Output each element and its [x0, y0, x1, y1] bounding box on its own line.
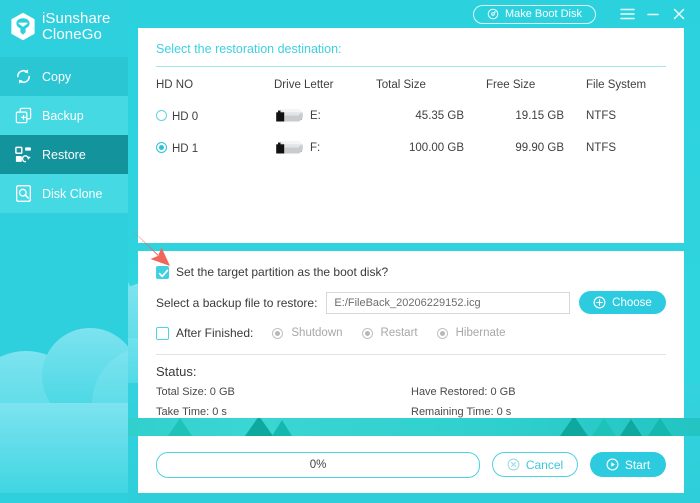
boot-disk-checkbox[interactable] [156, 265, 169, 279]
status-grid: Total Size: 0 GB Take Time: 0 s Have Res… [156, 379, 666, 426]
sidebar-cloud-decoration [0, 283, 128, 503]
shutdown-radio[interactable] [272, 327, 284, 339]
drive-letter-label: F: [310, 142, 321, 154]
progress-bar: 0% [156, 451, 480, 478]
menu-button[interactable] [614, 1, 640, 27]
status-remaining-time: Remaining Time: 0 s [411, 406, 512, 418]
drive-radio-hd1[interactable] [156, 141, 167, 153]
choose-button[interactable]: Choose [579, 291, 666, 314]
sidebar-nav: Copy Backup Restore Disk Clone [0, 57, 128, 213]
table-row[interactable]: HD 0 E: 45.35 GB 19.15 GB NTFS [156, 100, 666, 132]
minimize-icon [647, 13, 659, 16]
status-have-restored: Have Restored: 0 GB [411, 386, 516, 398]
status-title: Status: [156, 364, 197, 379]
hard-drive-icon [276, 141, 303, 154]
total-size-cell: 45.35 GB [415, 110, 464, 122]
close-button[interactable] [666, 1, 692, 27]
hd-no-label: HD 0 [172, 110, 199, 123]
hibernate-label: Hibernate [455, 327, 506, 339]
restore-blocks-icon [15, 146, 31, 163]
restart-label: Restart [380, 327, 418, 339]
backup-file-input[interactable]: E:/FileBack_20206229152.icg [326, 291, 570, 314]
restore-options-panel: Set the target partition as the boot dis… [138, 251, 684, 418]
action-bar-panel: 0% Cancel Start [138, 436, 684, 493]
hd-no-cell[interactable]: HD 0 [156, 100, 274, 132]
minimize-button[interactable] [640, 1, 666, 27]
choose-button-label: Choose [612, 296, 652, 309]
cancel-button-label: Cancel [525, 457, 564, 472]
restart-radio[interactable] [361, 327, 373, 339]
play-circle-icon [606, 458, 619, 471]
backup-file-row: Select a backup file to restore: E:/File… [156, 279, 666, 314]
hd-no-cell[interactable]: HD 1 [156, 132, 274, 164]
make-boot-disk-label: Make Boot Disk [504, 8, 582, 20]
column-free-size: Free Size [486, 79, 536, 91]
sidebar-item-label: Disk Clone [42, 186, 103, 201]
start-button[interactable]: Start [590, 452, 666, 477]
drive-letter-label: E: [310, 110, 321, 122]
start-button-label: Start [624, 457, 651, 472]
cancel-button[interactable]: Cancel [492, 452, 578, 477]
status-take-time: Take Time: 0 s [156, 406, 227, 418]
column-total-size: Total Size [376, 79, 426, 91]
sidebar-item-label: Backup [42, 108, 84, 123]
sidebar-item-restore[interactable]: Restore [0, 135, 128, 174]
drive-radio-hd0[interactable] [156, 109, 167, 121]
sidebar-item-copy[interactable]: Copy [0, 57, 128, 96]
app-logo: iSunshare CloneGo [0, 0, 128, 44]
column-drive-letter: Drive Letter [274, 79, 334, 91]
status-total-size: Total Size: 0 GB [156, 386, 235, 398]
plus-square-stack-icon [15, 107, 32, 124]
cancel-circle-icon [507, 458, 520, 471]
boot-disk-option-row: Set the target partition as the boot dis… [156, 251, 666, 279]
hamburger-menu-icon [619, 8, 635, 20]
hibernate-radio[interactable] [436, 327, 448, 339]
table-row[interactable]: HD 1 F: 100.00 GB 99.90 GB NTFS [156, 132, 666, 164]
free-size-cell: 99.90 GB [515, 142, 564, 154]
hard-drive-icon [276, 109, 303, 122]
hd-no-label: HD 1 [172, 142, 199, 155]
close-icon [673, 8, 685, 20]
file-system-cell: NTFS [586, 142, 617, 154]
check-icon [158, 269, 169, 277]
total-size-cell: 100.00 GB [409, 142, 464, 154]
column-file-system: File System [586, 79, 647, 91]
drive-letter-cell: F: [274, 132, 376, 164]
action-bar: 0% Cancel Start [138, 436, 684, 493]
brand-line-1: iSunshare [42, 10, 111, 27]
disk-search-icon [15, 185, 32, 202]
restoration-destination-panel: Select the restoration destination: HD N… [138, 28, 684, 243]
after-finished-option-restart[interactable]: Restart [361, 327, 418, 339]
file-system-cell: NTFS [586, 110, 617, 122]
status-left-column: Total Size: 0 GB Take Time: 0 s [156, 386, 411, 426]
free-size-cell: 19.15 GB [515, 110, 564, 122]
after-finished-option-shutdown[interactable]: Shutdown [272, 327, 343, 339]
plus-circle-icon [593, 296, 606, 309]
drive-letter-cell: E: [274, 100, 376, 132]
sidebar-item-label: Restore [42, 147, 86, 162]
title-bar: Make Boot Disk [128, 0, 700, 28]
shield-hexagon-icon [11, 12, 35, 41]
after-finished-checkbox[interactable] [156, 326, 169, 340]
backup-file-label: Select a backup file to restore: [156, 295, 318, 310]
status-right-column: Have Restored: 0 GB Remaining Time: 0 s [411, 386, 666, 426]
column-hd-no: HD NO [156, 79, 194, 91]
boot-disk-checkbox-label: Set the target partition as the boot dis… [176, 265, 389, 279]
shutdown-label: Shutdown [291, 327, 343, 339]
disc-icon [487, 8, 499, 20]
table-header-row: HD NO Drive Letter Total Size Free Size … [156, 67, 666, 100]
sidebar-item-disk-clone[interactable]: Disk Clone [0, 174, 128, 213]
refresh-circle-icon [17, 69, 30, 84]
make-boot-disk-button[interactable]: Make Boot Disk [472, 4, 596, 24]
after-finished-row: After Finished: Shutdown Restart Hiberna… [156, 314, 666, 340]
sidebar-item-backup[interactable]: Backup [0, 96, 128, 135]
after-finished-option-hibernate[interactable]: Hibernate [436, 327, 506, 339]
sidebar: iSunshare CloneGo Copy Backup Restore Di… [0, 0, 128, 503]
panel-title: Select the restoration destination: [156, 42, 342, 56]
brand-line-2: CloneGo [42, 25, 102, 43]
progress-label: 0% [309, 458, 327, 471]
drives-table: HD NO Drive Letter Total Size Free Size … [156, 67, 666, 164]
sidebar-item-label: Copy [42, 69, 72, 84]
after-finished-label: After Finished: [176, 326, 254, 340]
